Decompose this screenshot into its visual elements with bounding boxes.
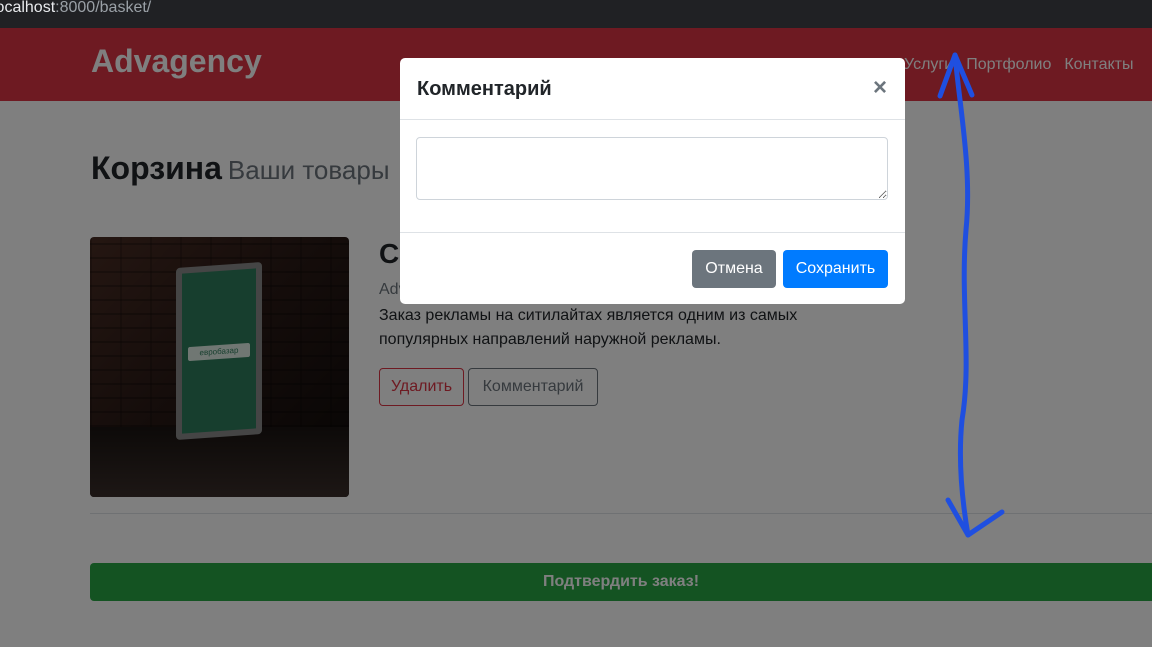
modal-title: Комментарий <box>417 78 552 100</box>
modal-footer: Отмена Сохранить <box>400 232 905 304</box>
modal-header: Комментарий × <box>400 58 905 120</box>
save-button[interactable]: Сохранить <box>783 250 888 288</box>
browser-address-bar[interactable]: localhost:8000/basket/ <box>0 0 1152 28</box>
cancel-button[interactable]: Отмена <box>692 250 776 288</box>
url-text: localhost:8000/basket/ <box>0 0 151 16</box>
close-icon[interactable]: × <box>873 76 887 100</box>
comment-modal: Комментарий × Отмена Сохранить <box>400 58 905 304</box>
url-host: localhost <box>0 0 56 16</box>
page: Advagency УслугиПортфолиоКонтакты Корзин… <box>0 28 1152 647</box>
comment-textarea[interactable] <box>416 137 888 200</box>
url-path: :8000/basket/ <box>55 0 152 16</box>
